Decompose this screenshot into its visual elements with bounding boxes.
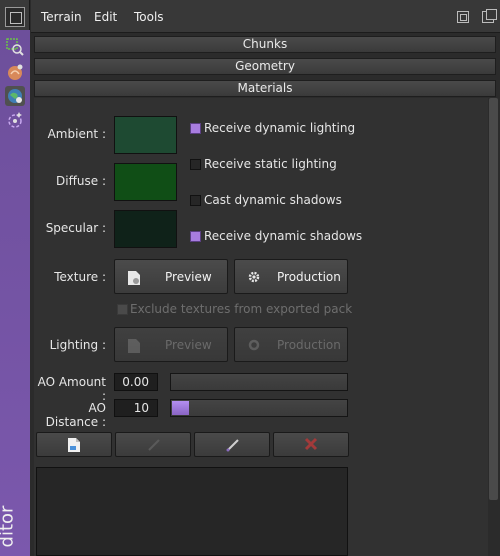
edit-layer-button-disabled[interactable] bbox=[115, 432, 191, 457]
specular-label: Specular : bbox=[45, 221, 106, 235]
layer-list[interactable] bbox=[36, 467, 348, 556]
receive-static-lighting-checkbox[interactable] bbox=[190, 159, 201, 170]
menu-terrain[interactable]: Terrain bbox=[41, 10, 82, 24]
document-gear-icon bbox=[127, 338, 141, 357]
exclude-textures-label: Exclude textures from exported pack bbox=[130, 302, 353, 316]
lighting-production-button[interactable]: Production bbox=[234, 327, 348, 362]
receive-dynamic-lighting-checkbox[interactable] bbox=[190, 123, 201, 134]
lighting-preview-button[interactable]: Preview bbox=[114, 327, 228, 362]
delete-layer-button[interactable] bbox=[273, 432, 349, 457]
document-gear-icon bbox=[127, 270, 141, 289]
chunks-section-header[interactable]: Chunks bbox=[34, 36, 496, 53]
exclude-textures-checkbox[interactable] bbox=[117, 304, 128, 315]
inspect-terrain-tool-icon[interactable] bbox=[5, 37, 25, 57]
texture-label: Texture : bbox=[54, 270, 106, 284]
ao-distance-slider[interactable] bbox=[170, 399, 348, 417]
receive-dynamic-shadows-checkbox[interactable] bbox=[190, 231, 201, 242]
receive-static-lighting-label: Receive static lighting bbox=[204, 157, 337, 171]
receive-dynamic-lighting-label: Receive dynamic lighting bbox=[204, 121, 356, 135]
diffuse-label: Diffuse : bbox=[56, 174, 106, 188]
paint-material-tool-icon[interactable] bbox=[5, 86, 25, 106]
editor-title: ditor bbox=[0, 500, 28, 556]
diffuse-color-swatch[interactable] bbox=[114, 163, 177, 201]
panel-scrollbar[interactable] bbox=[489, 98, 498, 500]
editor-accent-strip bbox=[0, 30, 30, 556]
ambient-color-swatch[interactable] bbox=[114, 116, 177, 154]
lighting-preview-label: Preview bbox=[165, 338, 212, 352]
restore-window-icon[interactable] bbox=[457, 11, 469, 23]
texture-preview-button[interactable]: Preview bbox=[114, 259, 228, 294]
new-layer-button[interactable] bbox=[36, 432, 112, 457]
specular-color-swatch[interactable] bbox=[114, 210, 177, 248]
ao-amount-slider[interactable] bbox=[170, 373, 348, 391]
cast-dynamic-shadows-label: Cast dynamic shadows bbox=[204, 193, 342, 207]
brush-icon bbox=[226, 439, 239, 452]
sculpt-tool-icon[interactable] bbox=[5, 62, 25, 82]
texture-production-label: Production bbox=[277, 270, 341, 284]
undock-window-icon[interactable] bbox=[482, 9, 497, 23]
ao-amount-label: AO Amount : bbox=[37, 375, 106, 403]
lighting-label: Lighting : bbox=[49, 338, 106, 352]
edit-layer-button[interactable] bbox=[194, 432, 270, 457]
ao-amount-field[interactable]: 0.00 bbox=[114, 373, 158, 391]
new-document-icon bbox=[68, 438, 80, 452]
lighting-production-label: Production bbox=[277, 338, 341, 352]
gear-icon bbox=[247, 338, 261, 355]
ao-distance-slider-fill bbox=[172, 401, 189, 415]
menu-tools[interactable]: Tools bbox=[134, 10, 164, 24]
geometry-section-header[interactable]: Geometry bbox=[34, 58, 496, 75]
gear-icon bbox=[247, 270, 261, 287]
panel-toggle-button[interactable] bbox=[5, 7, 25, 27]
menu-edit[interactable]: Edit bbox=[94, 10, 117, 24]
left-toolbar: ditor bbox=[0, 0, 30, 556]
ao-distance-label: AO Distance : bbox=[45, 401, 106, 429]
editor-title-text: ditor bbox=[0, 505, 18, 548]
effects-tool-icon[interactable] bbox=[5, 110, 25, 130]
delete-icon bbox=[304, 437, 318, 451]
receive-dynamic-shadows-label: Receive dynamic shadows bbox=[204, 229, 363, 243]
texture-production-button[interactable]: Production bbox=[234, 259, 348, 294]
ambient-label: Ambient : bbox=[47, 127, 106, 141]
menu-bar: Terrain Edit Tools bbox=[31, 0, 500, 33]
texture-preview-label: Preview bbox=[165, 270, 212, 284]
ao-distance-field[interactable]: 10 bbox=[114, 399, 158, 417]
cast-dynamic-shadows-checkbox[interactable] bbox=[190, 195, 201, 206]
materials-section-header[interactable]: Materials bbox=[34, 80, 496, 97]
brush-disabled-icon bbox=[148, 439, 160, 451]
